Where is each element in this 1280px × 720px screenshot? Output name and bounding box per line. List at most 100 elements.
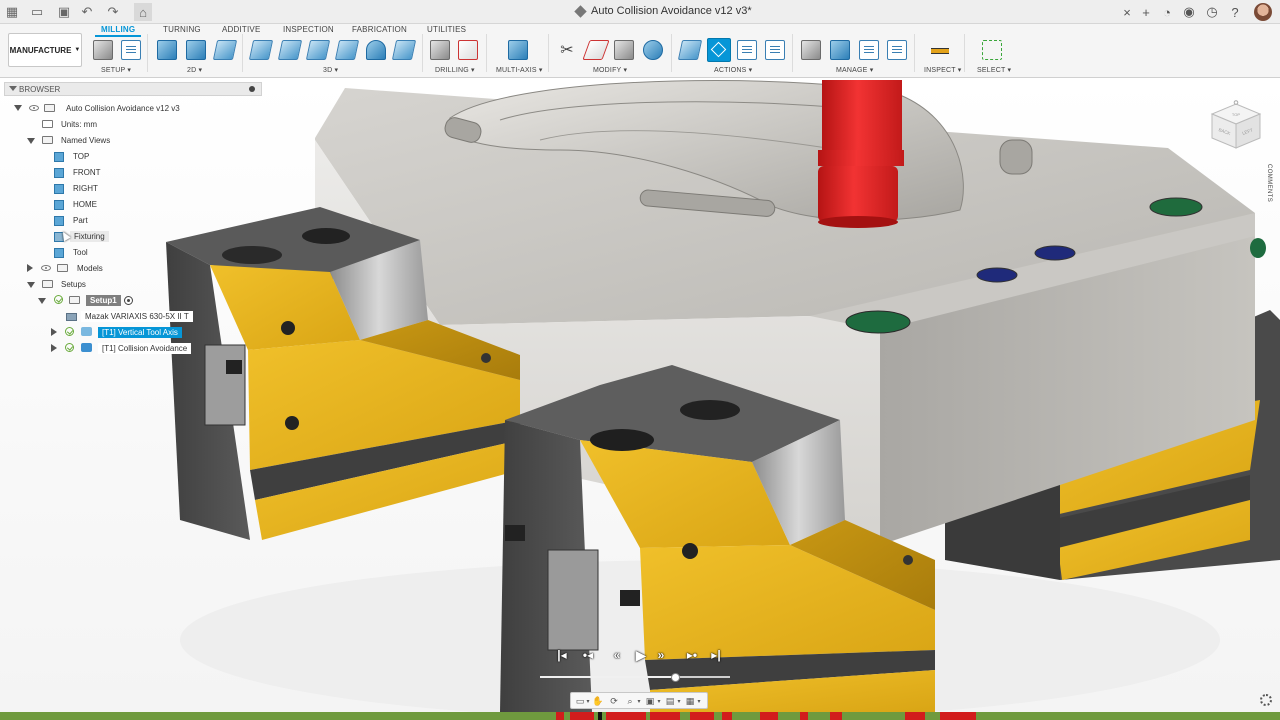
tab-milling[interactable]: MILLING	[94, 25, 142, 37]
group-3d[interactable]: 3D ▾	[323, 66, 338, 74]
face-icon[interactable]	[212, 40, 238, 60]
simulation-timeline[interactable]	[0, 712, 1280, 720]
3d-adaptive-icon[interactable]	[248, 40, 274, 60]
tab-inspection[interactable]: INSPECTION	[283, 25, 334, 34]
tab-additive[interactable]: ADDITIVE	[222, 25, 261, 34]
drill-icon[interactable]	[430, 40, 450, 60]
expand-named-views-icon[interactable]	[27, 138, 35, 144]
workspace-switcher[interactable]: MANUFACTURE ▼	[8, 33, 82, 67]
setups-node[interactable]: Setups	[61, 277, 86, 291]
named-view-fixturing[interactable]: Fixturing	[70, 229, 109, 243]
tool-library-icon[interactable]	[614, 40, 634, 60]
hole-recognition-icon[interactable]	[458, 40, 478, 60]
template-library-icon[interactable]	[859, 40, 879, 60]
operation-vertical-tool-axis[interactable]: [T1] Vertical Tool Axis	[98, 327, 182, 338]
3d-pocket-icon[interactable]	[277, 40, 303, 60]
help-icon[interactable]: ?	[1226, 3, 1244, 21]
simulate-icon[interactable]	[707, 38, 731, 62]
measure-icon[interactable]	[930, 40, 950, 60]
active-setup-radio-icon[interactable]	[124, 296, 133, 305]
expand-setup1-icon[interactable]	[38, 298, 46, 304]
file-menu-icon[interactable]: ▭	[28, 3, 46, 21]
named-view-home[interactable]: HOME	[73, 197, 97, 211]
tool-library-manage-icon[interactable]	[801, 40, 821, 60]
group-setup[interactable]: SETUP ▾	[101, 66, 131, 74]
redo-icon[interactable]: ↷	[104, 3, 122, 21]
visual-style-icon[interactable]: ▣	[644, 695, 656, 707]
group-multi-axis[interactable]: MULTI-AXIS ▾	[496, 66, 543, 74]
group-manage[interactable]: MANAGE ▾	[836, 66, 873, 74]
models-node[interactable]: Models	[77, 261, 103, 275]
previous-step-icon[interactable]: •◂	[576, 647, 600, 663]
tab-fabrication[interactable]: FABRICATION	[352, 25, 407, 34]
parallel-icon[interactable]	[391, 40, 417, 60]
play-icon[interactable]: ▶	[634, 647, 648, 663]
named-view-part[interactable]: Part	[73, 213, 88, 227]
skip-to-start-icon[interactable]: |◂	[554, 647, 570, 663]
named-view-front[interactable]: FRONT	[73, 165, 101, 179]
units-node[interactable]: Units: mm	[61, 117, 97, 131]
select-box-icon[interactable]	[982, 40, 1002, 60]
named-views-node[interactable]: Named Views	[61, 133, 110, 147]
group-actions[interactable]: ACTIONS ▾	[714, 66, 752, 74]
chevron-down-icon[interactable]: ▾	[636, 695, 642, 707]
viewcube[interactable]: TOP BACK LEFT	[1208, 100, 1264, 152]
machine-library-icon[interactable]	[830, 40, 850, 60]
expand-root-icon[interactable]	[14, 105, 22, 111]
notifications-icon[interactable]: ◷	[1203, 3, 1221, 21]
delete-toolpath-icon[interactable]	[582, 40, 610, 60]
group-modify[interactable]: MODIFY ▾	[593, 66, 627, 74]
multi-axis-icon[interactable]	[508, 40, 528, 60]
expand-operation-icon[interactable]	[51, 328, 57, 336]
generate-icon[interactable]	[677, 40, 703, 60]
close-tab-icon[interactable]: ×	[1118, 3, 1136, 21]
save-icon[interactable]: ▣	[55, 3, 73, 21]
path-edit-icon[interactable]	[643, 40, 663, 60]
group-drilling[interactable]: DRILLING ▾	[435, 66, 475, 74]
setup-sheet-icon[interactable]	[121, 40, 141, 60]
orbit-icon[interactable]: ⟳	[608, 695, 620, 707]
rewind-icon[interactable]: «	[608, 647, 626, 663]
comments-panel[interactable]: COMMENTS	[1262, 164, 1274, 228]
post-library-icon[interactable]	[887, 40, 907, 60]
named-view-tool[interactable]: Tool	[73, 245, 88, 259]
group-2d[interactable]: 2D ▾	[187, 66, 202, 74]
expand-models-icon[interactable]	[27, 264, 33, 272]
undo-icon[interactable]: ↶	[78, 3, 96, 21]
fast-forward-icon[interactable]: »	[652, 647, 670, 663]
document-tab[interactable]: Auto Collision Avoidance v12 v3*	[574, 4, 752, 18]
expand-operation-icon[interactable]	[51, 344, 57, 352]
machine-node[interactable]: Mazak VARIAXIS 630-5X II T	[81, 311, 193, 322]
setup-folder-icon[interactable]	[93, 40, 113, 60]
named-view-right[interactable]: RIGHT	[73, 181, 98, 195]
skip-to-end-icon[interactable]: ▸|	[708, 647, 724, 663]
cutting-tool[interactable]	[818, 80, 904, 228]
tab-turning[interactable]: TURNING	[163, 25, 201, 34]
setup1-node[interactable]: Setup1	[86, 295, 121, 306]
expand-setups-icon[interactable]	[27, 282, 35, 288]
visibility-eye-icon[interactable]	[29, 105, 39, 111]
next-step-icon[interactable]: ▸•	[680, 647, 704, 663]
pin-icon[interactable]	[249, 86, 255, 92]
visibility-eye-icon[interactable]	[41, 265, 51, 271]
collapse-browser-icon[interactable]	[9, 86, 17, 91]
tab-utilities[interactable]: UTILITIES	[427, 25, 466, 34]
home-icon[interactable]: ⌂	[134, 3, 152, 21]
job-status-icon[interactable]: ◉	[1180, 3, 1198, 21]
post-process-icon[interactable]	[737, 40, 757, 60]
operation-collision-avoidance[interactable]: [T1] Collision Avoidance	[98, 343, 192, 354]
chevron-down-icon[interactable]: ▾	[676, 695, 682, 707]
extensions-icon[interactable]: ◔	[1158, 3, 1176, 21]
setup-sheet-doc-icon[interactable]	[765, 40, 785, 60]
2d-pocket-icon[interactable]	[186, 40, 206, 60]
contour-icon[interactable]	[366, 40, 386, 60]
simulation-scrubber[interactable]	[540, 673, 730, 682]
grid-icon[interactable]: ▤	[664, 695, 676, 707]
pan-icon[interactable]: ✋	[592, 695, 604, 707]
scrubber-handle[interactable]	[671, 673, 680, 682]
group-select[interactable]: SELECT ▾	[977, 66, 1011, 74]
chevron-down-icon[interactable]: ▾	[585, 695, 591, 707]
settings-gear-icon[interactable]	[1260, 694, 1272, 706]
steep-shallow-icon[interactable]	[305, 40, 331, 60]
browser-root-node[interactable]: Auto Collision Avoidance v12 v3	[66, 101, 180, 115]
